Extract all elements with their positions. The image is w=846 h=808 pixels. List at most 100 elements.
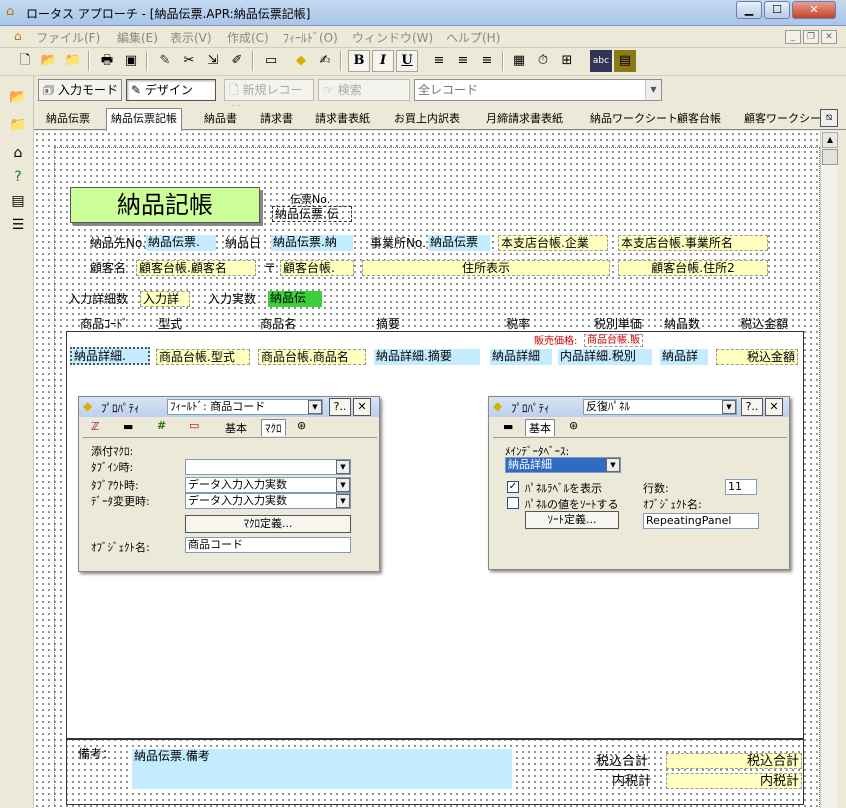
tab-number-icon[interactable]: # [157,419,166,432]
address2-field[interactable]: 顧客台帳.住所2 [618,260,768,276]
object-name-input[interactable]: RepeatingPanel [643,513,759,529]
tool-a-icon[interactable]: ✎ [154,50,176,72]
macro-define-button[interactable]: ﾏｸﾛ定義... [185,515,351,533]
menu-edit[interactable]: 編集(E) [117,29,158,46]
tab-scroll-button[interactable]: ⧅ [820,109,838,127]
vertical-scrollbar[interactable]: ▲ [820,131,838,808]
help-button[interactable]: ?.. [741,398,763,416]
row-tax-rate-field[interactable]: 納品詳細 [490,349,552,365]
picture-icon[interactable]: ▤ [614,50,636,72]
main-db-select[interactable]: 納品詳細 ▼ [505,457,621,473]
row-product-code-field[interactable]: 納品詳細. [70,347,150,365]
row-total-field[interactable]: 税込金額 [716,349,798,365]
layout-icon[interactable]: ⊞ [556,50,578,72]
sale-price-field[interactable]: 商品台帳.販 [584,334,644,347]
italic-button[interactable]: I [372,50,394,72]
row-model-field[interactable]: 商品台帳.型式 [156,349,250,365]
office-no-field[interactable]: 納品伝票 [428,235,490,251]
panel-target-select[interactable]: 反復ﾊﾟﾈﾙ ▼ [583,399,737,415]
entry-count-field[interactable]: 入力詳 [140,291,190,307]
scroll-up-icon[interactable]: ▲ [822,132,838,148]
new-file-icon[interactable]: 🗋 [14,50,36,72]
tab-2[interactable]: 納品書 [204,110,237,130]
sort-define-button[interactable]: ｿｰﾄ定義... [525,511,619,529]
brush-icon[interactable]: ✍ [314,50,336,72]
close-button[interactable]: ✕ [765,398,783,416]
rows-input[interactable]: 11 [725,479,757,495]
menu-create[interactable]: 作成(C) [227,29,269,46]
abc-icon[interactable]: abc [590,50,612,72]
tab-basic[interactable]: 基本 [225,420,247,436]
form-title[interactable]: 納品記帳 [70,187,260,223]
bold-button[interactable]: B [348,50,370,72]
minimize-button[interactable]: ▁ [736,1,762,19]
properties-icon[interactable]: ◆ [290,50,312,72]
folder-icon[interactable]: 📂 [7,86,29,108]
tab-0[interactable]: 納品伝票 [46,110,90,130]
app-icon[interactable]: ⌂ [6,4,14,19]
menu-help[interactable]: ヘルプ(H) [446,29,500,46]
tool-b-icon[interactable]: ✂ [178,50,200,72]
record-filter-select[interactable]: 全レコード ▼ [414,79,662,101]
entry-actual-field[interactable]: 納品伝 [268,291,322,307]
timer-icon[interactable]: ⏱ [532,50,554,72]
hq-company-field[interactable]: 本支店台帳.企業 [498,235,608,251]
tab-out-select[interactable]: データ入力入力実数 ▼ [185,477,351,493]
properties-dialog-field[interactable]: ◆ ﾌﾟﾛﾊﾟﾃｨ ﾌｨｰﾙﾄﾞ: 商品コード ▼ ?.. ✕ ℤ ▬ # ▭ 基… [78,396,380,572]
menu-file[interactable]: ファイル(F) [36,29,100,46]
properties-dialog-header[interactable]: ◆ ﾌﾟﾛﾊﾟﾃｨ 反復ﾊﾟﾈﾙ ▼ ?.. ✕ [489,397,789,417]
menu-window[interactable]: ウィンドウ(W) [352,29,433,46]
row-quantity-field[interactable]: 納品詳 [660,349,708,365]
delivery-date-field[interactable]: 納品伝票.納 [271,235,353,251]
help-button[interactable]: ?.. [329,398,351,416]
list-icon[interactable]: ☰ [7,214,29,236]
notes-field[interactable]: 納品伝票.備考 [132,749,512,789]
delivery-no-field[interactable]: 納品伝票. [146,235,216,251]
calc-icon[interactable]: ▦ [508,50,530,72]
properties-dialog-panel[interactable]: ◆ ﾌﾟﾛﾊﾟﾃｨ 反復ﾊﾟﾈﾙ ▼ ?.. ✕ ▬ 基本 ⊛ ﾒｲﾝﾃﾞｰﾀﾍﾞ… [488,396,790,570]
show-label-checkbox[interactable]: ✓ [507,481,519,493]
tab-misc-icon[interactable]: ⊛ [569,419,578,432]
tab-basic[interactable]: 基本 [525,419,555,436]
mdi-minimize-button[interactable]: _ [785,30,801,44]
tab-8[interactable]: 顧客台帳 [677,110,721,130]
tab-7[interactable]: 納品ワークシート [590,110,678,130]
tab-misc-icon[interactable]: ⊛ [297,419,306,432]
object-name-input[interactable]: 商品コード [185,537,351,553]
open-folder-icon[interactable]: 📂 [38,50,60,72]
db-icon[interactable]: ▤ [7,190,29,212]
doc-icon[interactable]: ⌂ [14,29,22,43]
field-target-select[interactable]: ﾌｨｰﾙﾄﾞ: 商品コード ▼ [167,399,323,415]
tab-color-icon[interactable]: ▬ [503,420,513,433]
sort-values-checkbox[interactable] [507,497,519,509]
row-unit-price-field[interactable]: 内品詳細.税別 [558,349,652,365]
data-change-select[interactable]: データ入力入力実数 ▼ [185,493,351,509]
field-tool-icon[interactable]: ▭ [260,50,282,72]
search-button[interactable]: ☞ 検索 [318,79,410,101]
menu-field[interactable]: ﾌｨｰﾙﾄﾞ(O) [283,29,338,46]
mdi-restore-button[interactable]: ❐ [803,30,819,44]
tab-in-select[interactable]: ▼ [185,459,351,475]
menu-view[interactable]: 表示(V) [170,29,212,46]
mdi-close-button[interactable]: ✕ [821,30,837,44]
print-icon[interactable]: 🖶 [96,50,118,72]
tab-font-icon[interactable]: ℤ [91,420,99,433]
tab-macro[interactable]: ﾏｸﾛ [261,419,286,436]
folder2-icon[interactable]: 📁 [7,114,29,136]
align-center-icon[interactable]: ≡ [452,50,474,72]
tab-9[interactable]: 顧客ワークシート [744,110,832,130]
voucher-no-field[interactable]: 納品伝票.伝 [272,206,352,222]
align-right-icon[interactable]: ≡ [476,50,498,72]
scroll-thumb[interactable] [822,149,838,165]
close-button[interactable]: ✕ [353,398,371,416]
tab-3[interactable]: 請求書 [260,110,293,130]
help-icon[interactable]: ? [7,166,29,188]
inner-tax-field[interactable]: 内税計 [666,773,802,789]
tab-4[interactable]: 請求書表紙 [315,110,370,130]
open-file-icon[interactable]: 📁 [62,50,84,72]
tab-5[interactable]: お買上内訳表 [394,110,460,130]
design-button[interactable]: ✎ デザイン [126,79,216,101]
address-field[interactable]: 住所表示 [362,260,610,276]
new-record-button[interactable]: 🗋 新規レコード [224,79,314,117]
close-button[interactable]: ✕ [792,1,836,19]
